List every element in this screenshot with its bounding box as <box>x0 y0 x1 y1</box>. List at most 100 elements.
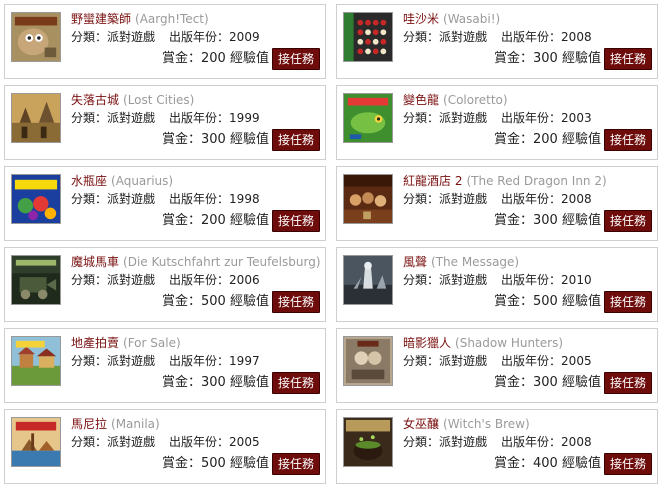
accept-quest-button[interactable]: 接任務 <box>272 291 320 313</box>
category-value: 派對遊戲 <box>439 192 488 206</box>
category-label: 分類： <box>71 435 108 449</box>
reward-label: 賞金： <box>494 294 534 309</box>
reward-unit: 經驗值 <box>229 132 269 147</box>
quest-title-zh[interactable]: 風聲 <box>403 255 427 269</box>
accept-quest-button[interactable]: 接任務 <box>604 210 652 232</box>
quest-meta: 分類：派對遊戲 出版年份：2008 <box>403 192 592 206</box>
category-value: 派對遊戲 <box>439 30 488 44</box>
quest-meta: 分類：派對遊戲 出版年份：2008 <box>403 435 592 449</box>
accept-quest-button[interactable]: 接任務 <box>272 372 320 394</box>
accept-quest-button[interactable]: 接任務 <box>272 210 320 232</box>
reward: 賞金：400 經驗值 <box>494 455 601 472</box>
reward-unit: 經驗值 <box>561 213 601 228</box>
the-message-cover-icon[interactable] <box>343 255 393 305</box>
quest-title-zh[interactable]: 地產拍賣 <box>71 336 119 350</box>
accept-quest-button[interactable]: 接任務 <box>272 453 320 475</box>
reward-label: 賞金： <box>494 375 534 390</box>
quest-title: 地產拍賣 (For Sale) <box>71 336 181 350</box>
quest-meta: 分類：派對遊戲 出版年份：2008 <box>403 30 592 44</box>
reward-unit: 經驗值 <box>561 375 601 390</box>
category-value: 派對遊戲 <box>107 111 156 125</box>
quest-meta: 分類：派對遊戲 出版年份：2009 <box>71 30 260 44</box>
manila-cover-icon[interactable] <box>11 417 61 467</box>
reward-unit: 經驗值 <box>229 375 269 390</box>
year-value: 2003 <box>561 111 592 125</box>
quest-meta: 分類：派對遊戲 出版年份：1999 <box>71 111 260 125</box>
quest-title: 馬尼拉 (Manila) <box>71 417 160 431</box>
aargh-tect-cover-icon[interactable] <box>11 12 61 62</box>
quest-title-zh[interactable]: 野蠻建築師 <box>71 12 131 26</box>
quest-title-zh[interactable]: 暗影獵人 <box>403 336 451 350</box>
for-sale-cover-icon[interactable] <box>11 336 61 386</box>
category-label: 分類： <box>403 192 440 206</box>
quest-title-zh[interactable]: 失落古城 <box>71 93 119 107</box>
quest-title-zh[interactable]: 變色龍 <box>403 93 439 107</box>
quest-title-zh[interactable]: 哇沙米 <box>403 12 439 26</box>
aquarius-cover-icon[interactable] <box>11 174 61 224</box>
quest-card: 紅龍酒店 2 (The Red Dragon Inn 2) 分類：派對遊戲 出版年份… <box>336 166 658 241</box>
reward-value: 300 <box>533 51 558 66</box>
kutschfahrt-cover-icon[interactable] <box>11 255 61 305</box>
category-label: 分類： <box>71 192 108 206</box>
year-label: 出版年份： <box>169 30 230 44</box>
category-value: 派對遊戲 <box>107 273 156 287</box>
reward-label: 賞金： <box>162 294 202 309</box>
quest-title-en: (Coloretto) <box>443 93 508 107</box>
quest-title: 暗影獵人 (Shadow Hunters) <box>403 336 563 350</box>
quest-title-en: (Wasabi!) <box>443 12 501 26</box>
wasabi-cover-icon[interactable] <box>343 12 393 62</box>
reward-value: 300 <box>533 213 558 228</box>
quest-title-en: (Lost Cities) <box>123 93 195 107</box>
quest-title: 風聲 (The Message) <box>403 255 519 269</box>
reward-value: 500 <box>533 294 558 309</box>
reward: 賞金：500 經驗值 <box>162 455 269 472</box>
reward-unit: 經驗值 <box>561 132 601 147</box>
witchs-brew-cover-icon[interactable] <box>343 417 393 467</box>
year-label: 出版年份： <box>501 192 562 206</box>
year-label: 出版年份： <box>501 30 562 44</box>
category-label: 分類： <box>71 111 108 125</box>
quest-card: 失落古城 (Lost Cities) 分類：派對遊戲 出版年份：1999 賞金：30… <box>4 85 326 160</box>
quest-title-en: (Manila) <box>111 417 160 431</box>
quest-title-zh[interactable]: 紅龍酒店 2 <box>403 174 462 188</box>
category-label: 分類： <box>71 354 108 368</box>
category-label: 分類： <box>403 111 440 125</box>
year-label: 出版年份： <box>501 435 562 449</box>
quest-title-zh[interactable]: 馬尼拉 <box>71 417 107 431</box>
quest-card: 馬尼拉 (Manila) 分類：派對遊戲 出版年份：2005 賞金：500 經驗值 … <box>4 409 326 484</box>
quest-meta: 分類：派對遊戲 出版年份：2005 <box>403 354 592 368</box>
lost-cities-cover-icon[interactable] <box>11 93 61 143</box>
year-value: 2008 <box>561 192 592 206</box>
quest-card: 變色龍 (Coloretto) 分類：派對遊戲 出版年份：2003 賞金：200 經… <box>336 85 658 160</box>
reward-value: 500 <box>201 294 226 309</box>
quest-title-zh[interactable]: 魔城馬車 <box>71 255 119 269</box>
year-label: 出版年份： <box>501 354 562 368</box>
shadow-hunters-cover-icon[interactable] <box>343 336 393 386</box>
year-value: 2005 <box>229 435 260 449</box>
red-dragon-inn-cover-icon[interactable] <box>343 174 393 224</box>
accept-quest-button[interactable]: 接任務 <box>604 291 652 313</box>
reward-unit: 經驗值 <box>561 456 601 471</box>
year-value: 2008 <box>561 30 592 44</box>
reward: 賞金：200 經驗值 <box>494 131 601 148</box>
coloretto-cover-icon[interactable] <box>343 93 393 143</box>
reward-value: 200 <box>201 213 226 228</box>
reward-label: 賞金： <box>494 213 534 228</box>
quest-meta: 分類：派對遊戲 出版年份：1998 <box>71 192 260 206</box>
quest-card: 哇沙米 (Wasabi!) 分類：派對遊戲 出版年份：2008 賞金：300 經驗值… <box>336 4 658 79</box>
reward: 賞金：200 經驗值 <box>162 50 269 67</box>
quest-title-zh[interactable]: 水瓶座 <box>71 174 107 188</box>
quest-title-zh[interactable]: 女巫釀 <box>403 417 439 431</box>
accept-quest-button[interactable]: 接任務 <box>604 453 652 475</box>
category-value: 派對遊戲 <box>439 354 488 368</box>
accept-quest-button[interactable]: 接任務 <box>272 48 320 70</box>
reward: 賞金：300 經驗值 <box>494 212 601 229</box>
reward-label: 賞金： <box>162 375 202 390</box>
accept-quest-button[interactable]: 接任務 <box>604 48 652 70</box>
quest-title: 哇沙米 (Wasabi!) <box>403 12 500 26</box>
quest-card: 水瓶座 (Aquarius) 分類：派對遊戲 出版年份：1998 賞金：200 經驗… <box>4 166 326 241</box>
quest-title: 變色龍 (Coloretto) <box>403 93 508 107</box>
accept-quest-button[interactable]: 接任務 <box>604 129 652 151</box>
accept-quest-button[interactable]: 接任務 <box>604 372 652 394</box>
accept-quest-button[interactable]: 接任務 <box>272 129 320 151</box>
